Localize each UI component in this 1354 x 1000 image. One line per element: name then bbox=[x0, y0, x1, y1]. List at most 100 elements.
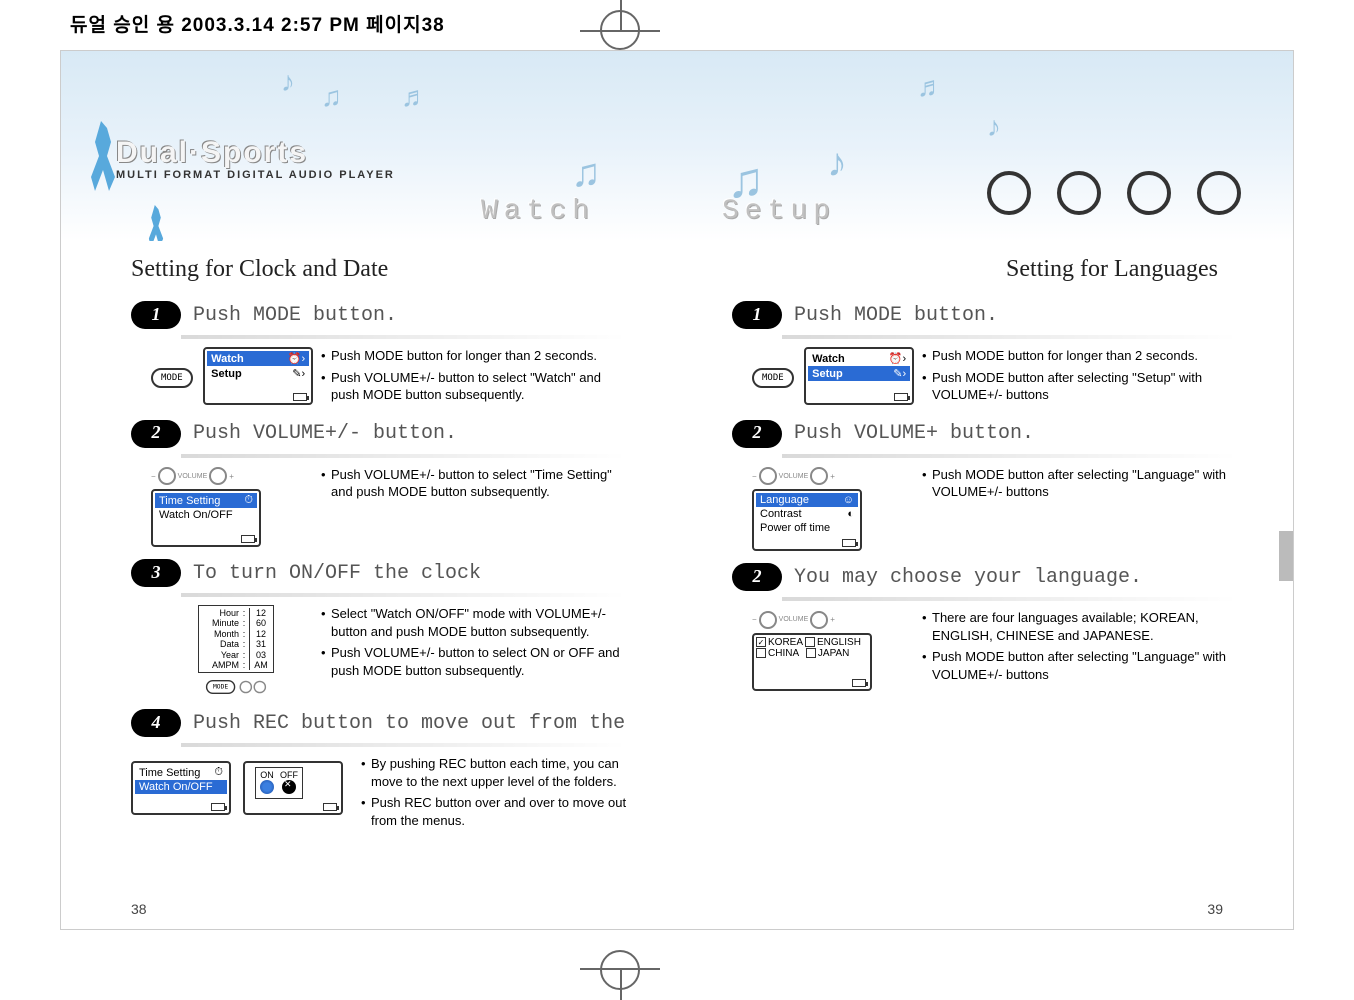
page-number: 38 bbox=[131, 901, 147, 917]
page-left: ♪ ♫ ♬ ♫ Dual·Sports MULTI FORMAT DIGITAL… bbox=[61, 51, 677, 929]
screen-label: Time Setting bbox=[139, 767, 200, 779]
lang-label: KOREA bbox=[768, 637, 803, 648]
screen-label: Watch On/OFF bbox=[139, 781, 213, 793]
screen-label: Watch bbox=[211, 353, 244, 365]
bullet: Push VOLUME+/- button to select "Time Se… bbox=[321, 466, 627, 501]
step-title: You may choose your language. bbox=[794, 566, 1142, 589]
step-title: To turn ON/OFF the clock bbox=[193, 562, 481, 585]
reg-mark bbox=[600, 950, 640, 990]
bullet: By pushing REC button each time, you can… bbox=[361, 755, 627, 790]
face-icon: ☺ bbox=[843, 494, 854, 506]
step-title: Push REC button to move out from the bbox=[193, 712, 625, 735]
onoff-overlay: ON OFF bbox=[255, 767, 303, 799]
mode-button-icon: MODE bbox=[752, 368, 794, 388]
screen-row: Watch ⏰› bbox=[207, 351, 309, 366]
screen-row: Setup ✎› bbox=[808, 366, 910, 381]
battery-icon bbox=[241, 535, 255, 543]
bullet-list: Push MODE button for longer than 2 secon… bbox=[321, 347, 627, 408]
step: 4 Push REC button to move out from the T… bbox=[131, 709, 627, 833]
checkbox-icon bbox=[805, 637, 815, 647]
step: 2 Push VOLUME+/- button. − VOLUME + Time bbox=[131, 420, 627, 548]
bullet: Select "Watch ON/OFF" mode with VOLUME+/… bbox=[321, 605, 627, 640]
battery-icon bbox=[211, 803, 225, 811]
step-number: 2 bbox=[732, 563, 782, 591]
music-note-icon: ♬ bbox=[917, 71, 945, 103]
content-left: Setting for Clock and Date 1 Push MODE b… bbox=[61, 241, 677, 833]
bullet: Push MODE button after selecting "Langua… bbox=[922, 648, 1238, 683]
section-ghost-label: Watch bbox=[481, 196, 595, 227]
step-title: Push MODE button. bbox=[794, 304, 998, 327]
step: 3 To turn ON/OFF the clock Hour:12 Minut… bbox=[131, 559, 627, 697]
reg-mark bbox=[580, 30, 660, 32]
step-title: Push VOLUME+ button. bbox=[794, 422, 1034, 445]
step-number: 1 bbox=[131, 301, 181, 329]
battery-icon bbox=[852, 679, 866, 687]
section-ghost-label: Setup bbox=[722, 196, 836, 227]
step: 2 Push VOLUME+ button. − VOLUME + Langua bbox=[732, 420, 1238, 552]
battery-icon bbox=[293, 393, 307, 401]
music-note-icon: ♬ bbox=[401, 81, 429, 113]
volume-buttons-icon: − VOLUME + bbox=[752, 611, 835, 629]
contrast-icon: ◐ bbox=[847, 508, 854, 520]
thumb-tab bbox=[1279, 531, 1293, 581]
screen-row: Watch ⏰› bbox=[808, 351, 910, 366]
setup-icon: ✎› bbox=[292, 367, 305, 380]
product-wordmark: Dual·Sports bbox=[116, 136, 308, 170]
reg-mark bbox=[580, 968, 660, 970]
bullet: Push VOLUME+/- button to select "Watch" … bbox=[321, 369, 627, 404]
on-icon bbox=[260, 780, 274, 794]
step-title: Push VOLUME+/- button. bbox=[193, 422, 457, 445]
clock-icon: ⏰› bbox=[288, 352, 305, 365]
circle-icon bbox=[987, 171, 1031, 215]
volume-buttons-icon: − VOLUME + bbox=[752, 467, 835, 485]
bullet: Push MODE button after selecting "Setup"… bbox=[922, 369, 1238, 404]
screen-row: Contrast ◐ bbox=[756, 507, 858, 521]
product-subtitle: MULTI FORMAT DIGITAL AUDIO PLAYER bbox=[116, 169, 395, 181]
bullet: There are four languages available; KORE… bbox=[922, 609, 1238, 644]
battery-icon bbox=[894, 393, 908, 401]
content-right: Setting for Languages 1 Push MODE button… bbox=[677, 241, 1293, 691]
volume-buttons-icon: − VOLUME + bbox=[151, 467, 234, 485]
bullet-list: There are four languages available; KORE… bbox=[922, 609, 1238, 691]
checkbox-icon bbox=[806, 648, 816, 658]
runner-icon bbox=[144, 205, 168, 241]
bullet-list: By pushing REC button each time, you can… bbox=[361, 755, 627, 833]
step: 1 Push MODE button. MODE Watch ⏰› bbox=[732, 301, 1238, 408]
screen-label: Language bbox=[760, 494, 809, 506]
screen-row: Time Setting ⏱ bbox=[155, 493, 257, 508]
time-grid: Hour:12 Minute:60 Month:12 Data:31 Year:… bbox=[198, 605, 274, 673]
step-number: 1 bbox=[732, 301, 782, 329]
music-note-icon: ♪ bbox=[827, 141, 847, 186]
circle-icon bbox=[1197, 171, 1241, 215]
bullet: Push VOLUME+/- button to select ON or OF… bbox=[321, 644, 627, 679]
bullet-list: Push VOLUME+/- button to select "Time Se… bbox=[321, 466, 627, 548]
step-number: 3 bbox=[131, 559, 181, 587]
screen-label: Time Setting bbox=[159, 495, 220, 507]
screen-label: Power off time bbox=[760, 522, 830, 534]
step-number: 2 bbox=[732, 420, 782, 448]
step-number: 2 bbox=[131, 420, 181, 448]
step-number: 4 bbox=[131, 709, 181, 737]
music-note-icon: ♫ bbox=[321, 81, 342, 113]
mode-button-icon: MODE bbox=[151, 368, 193, 388]
screen-label: Contrast bbox=[760, 508, 802, 520]
section-title: Setting for Languages bbox=[732, 256, 1238, 283]
checkbox-icon: ✓ bbox=[756, 637, 766, 647]
bullet-list: Push MODE button after selecting "Langua… bbox=[922, 466, 1238, 552]
bullet-list: Push MODE button for longer than 2 secon… bbox=[922, 347, 1238, 408]
setup-icon: ✎› bbox=[893, 367, 906, 380]
screen-label: Setup bbox=[812, 368, 843, 380]
mode-button-icon: MODE bbox=[206, 680, 235, 694]
step: 2 You may choose your language. − VOLUME… bbox=[732, 563, 1238, 691]
music-note-icon: ♫ bbox=[571, 151, 601, 196]
page-number: 39 bbox=[1207, 901, 1223, 917]
battery-icon bbox=[842, 539, 856, 547]
screen-row: Power off time bbox=[756, 521, 858, 535]
bullet: Push MODE button for longer than 2 secon… bbox=[922, 347, 1238, 365]
language-grid: ✓KOREA ENGLISH CHINA JAPAN bbox=[756, 637, 868, 659]
volume-buttons-icon bbox=[239, 680, 266, 694]
lang-label: ENGLISH bbox=[817, 637, 861, 648]
screen-label: Watch bbox=[812, 353, 845, 365]
mini-screen: ON OFF bbox=[243, 761, 343, 815]
section-title: Setting for Clock and Date bbox=[131, 256, 627, 283]
